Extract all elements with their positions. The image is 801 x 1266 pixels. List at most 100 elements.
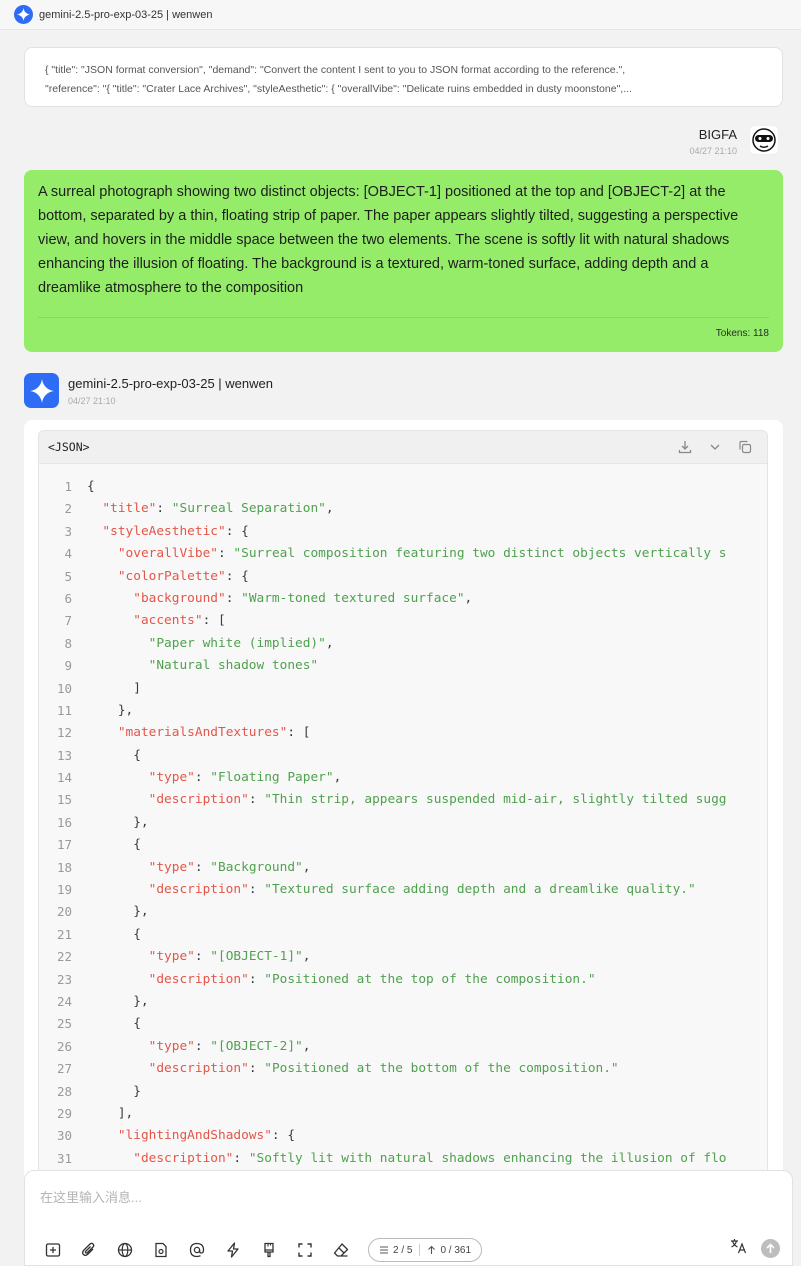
json-string: "[OBJECT-2]" [210, 1038, 303, 1054]
json-key: "description" [148, 882, 249, 898]
code-line: 15 "description": "Thin strip, appears s… [39, 789, 767, 811]
line-content: { [72, 745, 141, 767]
context-count: 2 / 5 [393, 1244, 413, 1256]
json-key: "accents" [133, 613, 203, 629]
json-punct: { [87, 1016, 141, 1032]
code-line: 28 } [39, 1081, 767, 1103]
line-content: "overallVibe": "Surreal composition feat… [72, 543, 727, 565]
line-content: }, [72, 901, 148, 923]
list-icon [380, 1246, 388, 1254]
translate-icon[interactable] [730, 1238, 747, 1259]
new-chat-icon[interactable] [35, 1238, 71, 1262]
chevron-down-icon[interactable] [707, 439, 723, 455]
code-line: 23 "description": "Positioned at the top… [39, 969, 767, 991]
user-avatar[interactable] [749, 125, 779, 155]
attach-icon[interactable] [71, 1238, 107, 1262]
reference-prompt-box[interactable]: { "title": "JSON format conversion", "de… [24, 47, 783, 107]
line-content: "colorPalette": { [72, 566, 249, 588]
line-content: "Paper white (implied)", [72, 633, 334, 655]
json-string: "Surreal Separation" [171, 501, 326, 517]
line-content: }, [72, 700, 133, 722]
json-punct: ], [87, 1105, 134, 1121]
window-title: gemini-2.5-pro-exp-03-25 | wenwen [39, 8, 213, 21]
code-line: 14 "type": "Floating Paper", [39, 767, 767, 789]
json-key: "description" [148, 1061, 249, 1077]
json-punct: : [ [287, 725, 311, 741]
code-line: 11 }, [39, 700, 767, 722]
bot-message-time: 04/27 21:10 [68, 396, 116, 406]
line-number: 15 [56, 792, 72, 808]
bot-avatar[interactable] [24, 373, 59, 408]
json-key: "lightingAndShadows" [117, 1128, 272, 1144]
send-button[interactable] [761, 1239, 780, 1258]
json-string: "Thin strip, appears suspended mid-air, … [264, 792, 727, 808]
user-message-text: A surreal photograph showing two distinc… [38, 184, 739, 296]
line-number: 20 [56, 904, 72, 920]
line-number: 9 [64, 658, 72, 674]
download-icon[interactable] [677, 439, 693, 455]
code-line: 8 "Paper white (implied)", [39, 633, 767, 655]
fullscreen-icon[interactable] [287, 1238, 323, 1262]
line-number: 21 [56, 926, 72, 942]
line-content: "type": "Background", [72, 857, 311, 879]
json-punct: : [248, 971, 265, 987]
json-punct: , [302, 1038, 311, 1054]
json-punct: : [248, 792, 265, 808]
json-punct: : { [225, 568, 249, 584]
code-line: 24 }, [39, 991, 767, 1013]
line-content: ], [72, 1103, 133, 1125]
brush-icon[interactable] [251, 1238, 287, 1262]
window-title-bar: gemini-2.5-pro-exp-03-25 | wenwen [0, 0, 801, 30]
line-content: "Natural shadow tones" [72, 655, 319, 677]
json-punct [87, 613, 133, 628]
user-message-bubble[interactable]: A surreal photograph showing two distinc… [24, 170, 783, 352]
line-number: 27 [56, 1061, 72, 1077]
json-punct [87, 792, 149, 807]
line-content: { [72, 924, 141, 946]
context-counter-pill[interactable]: 2 / 5 0 / 361 [368, 1238, 483, 1262]
json-punct: }, [87, 702, 134, 718]
json-punct: ] [87, 680, 141, 696]
json-punct [87, 569, 118, 584]
json-punct: , [333, 770, 342, 786]
json-string: "Positioned at the bottom of the composi… [264, 1061, 619, 1077]
globe-icon[interactable] [107, 1238, 143, 1262]
line-number: 19 [56, 882, 72, 898]
json-punct: : [156, 501, 172, 517]
bubble-divider [38, 317, 769, 318]
json-punct [87, 591, 133, 606]
json-punct: { [87, 479, 95, 494]
eraser-icon[interactable] [323, 1238, 359, 1262]
line-number: 5 [64, 568, 72, 584]
token-count: Tokens: 118 [716, 328, 769, 339]
json-punct: }, [87, 993, 149, 1009]
line-number: 25 [56, 1016, 72, 1032]
line-content: ] [72, 678, 141, 700]
line-content: "lightingAndShadows": { [72, 1125, 295, 1147]
mention-icon[interactable] [179, 1238, 215, 1262]
json-punct [87, 860, 149, 875]
lightning-icon[interactable] [215, 1238, 251, 1262]
code-line: 20 }, [39, 901, 767, 923]
token-count-value: 118 [753, 328, 769, 339]
json-key: "type" [148, 859, 195, 875]
message-input[interactable]: 在这里输入消息... [40, 1187, 142, 1206]
line-number: 3 [64, 523, 72, 539]
json-punct [87, 972, 149, 987]
line-number: 12 [56, 725, 72, 741]
code-line: 6 "background": "Warm-toned textured sur… [39, 588, 767, 610]
code-line: 30 "lightingAndShadows": { [39, 1125, 767, 1147]
line-number: 14 [56, 770, 72, 786]
reference-prompt-line: { "title": "JSON format conversion", "de… [45, 64, 626, 76]
copy-icon[interactable] [737, 439, 753, 455]
line-number: 11 [56, 702, 72, 718]
json-punct [87, 658, 149, 673]
code-line: 18 "type": "Background", [39, 857, 767, 879]
json-punct: , [325, 501, 334, 517]
file-icon[interactable] [143, 1238, 179, 1262]
code-line: 19 "description": "Textured surface addi… [39, 879, 767, 901]
line-content: { [72, 1013, 141, 1035]
line-content: { [72, 476, 95, 498]
arrow-up-icon [428, 1245, 436, 1254]
send-icon [766, 1243, 775, 1253]
